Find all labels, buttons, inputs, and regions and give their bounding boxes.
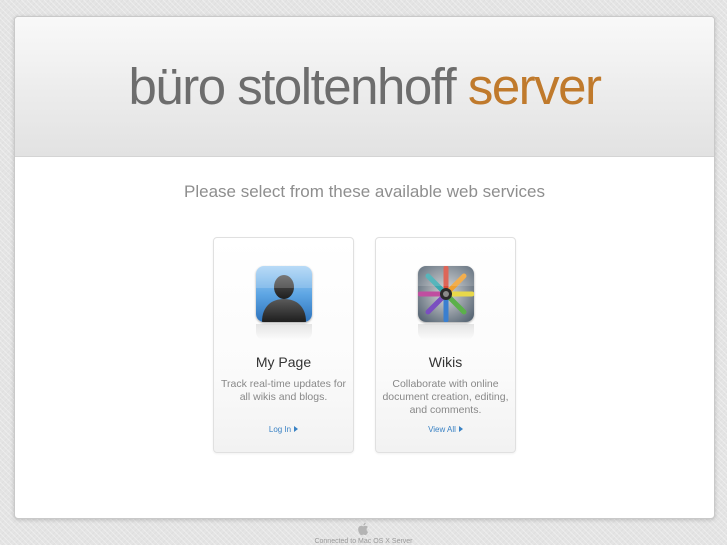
service-title: Wikis <box>428 354 463 370</box>
service-card-wikis[interactable]: Wikis Collaborate with online document c… <box>375 237 516 453</box>
header-banner: büro stoltenhoff server <box>15 17 714 157</box>
main-panel: büro stoltenhoff server Please select fr… <box>14 16 715 519</box>
apple-logo-icon <box>358 522 368 536</box>
services-prompt: Please select from these available web s… <box>184 182 545 201</box>
title-main: büro stoltenhoff <box>128 58 456 115</box>
user-silhouette-icon[interactable] <box>256 266 312 322</box>
page-title: büro stoltenhoff server <box>15 57 714 117</box>
view-all-link[interactable]: View All <box>376 425 515 434</box>
service-description: Collaborate with online document creatio… <box>382 378 509 416</box>
icon-reflection <box>418 324 474 340</box>
icon-reflection <box>256 324 312 340</box>
pencils-icon[interactable] <box>418 266 474 322</box>
arrow-right-icon <box>458 426 463 432</box>
link-label: View All <box>428 425 456 434</box>
link-label: Log In <box>268 425 292 434</box>
footer-text: Connected to Mac OS X Server <box>314 538 413 545</box>
service-card-my-page[interactable]: My Page Track real-time updates for all … <box>213 237 354 453</box>
title-accent: server <box>467 58 602 115</box>
service-title: My Page <box>255 354 312 370</box>
arrow-right-icon <box>294 426 299 432</box>
service-description: Track real-time updates for all wikis an… <box>220 378 347 403</box>
log-in-link[interactable]: Log In <box>214 425 353 434</box>
